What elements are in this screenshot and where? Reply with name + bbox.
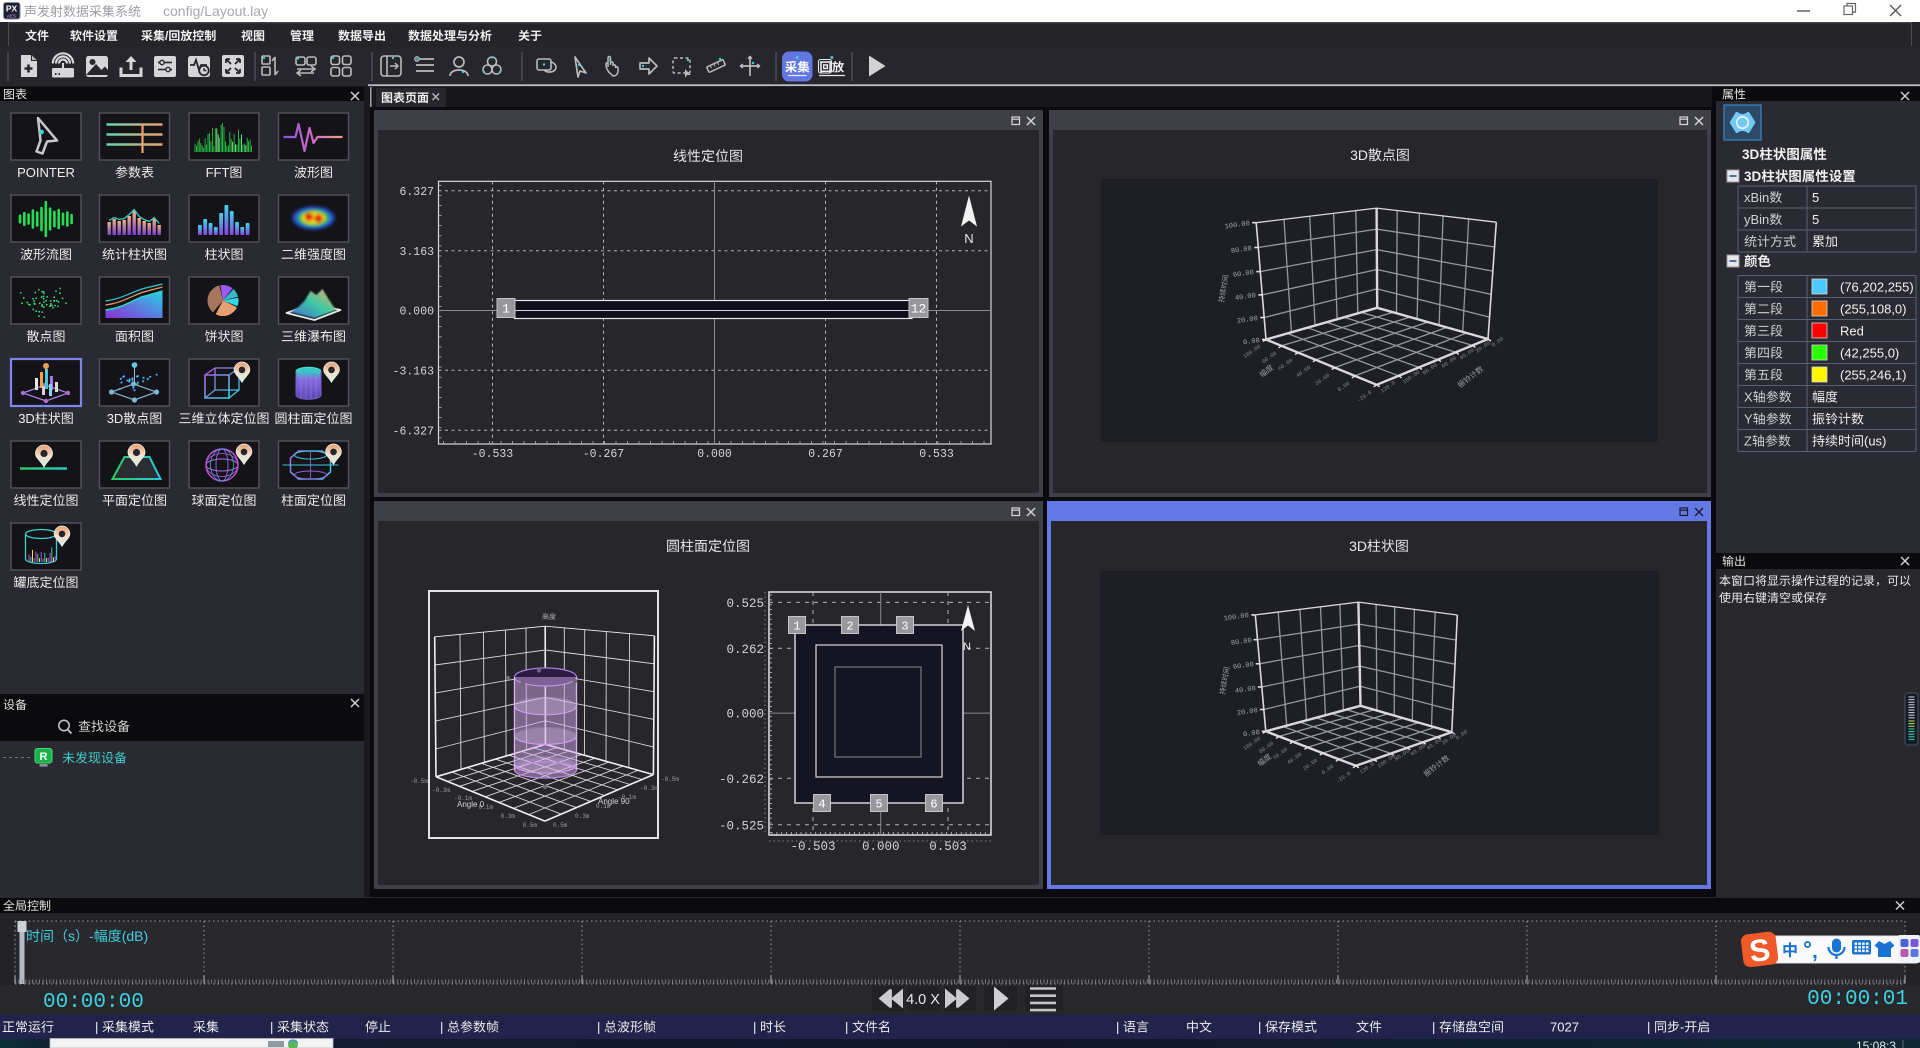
svg-text:0.525: 0.525 bbox=[726, 597, 764, 611]
svg-text:6: 6 bbox=[930, 798, 937, 812]
svg-text:-0.533: -0.533 bbox=[472, 448, 514, 461]
svg-text:0.000: 0.000 bbox=[862, 840, 900, 854]
svg-text:Y: Y bbox=[1744, 412, 1753, 427]
svg-text:3D: 3D bbox=[1742, 147, 1760, 162]
svg-text:5: 5 bbox=[1812, 190, 1819, 205]
svg-text:0.000: 0.000 bbox=[399, 306, 434, 319]
svg-text:-: - bbox=[89, 928, 94, 944]
svg-text:5: 5 bbox=[875, 798, 882, 812]
svg-text:0.1m: 0.1m bbox=[596, 803, 611, 810]
svg-text:0.5m: 0.5m bbox=[553, 822, 568, 829]
svg-text:|: | bbox=[95, 1020, 98, 1035]
svg-text:|: | bbox=[440, 1020, 443, 1035]
svg-text:(76,202,255): (76,202,255) bbox=[1840, 280, 1914, 295]
svg-text:config/Layout.lay: config/Layout.lay bbox=[163, 3, 268, 19]
svg-text:2: 2 bbox=[846, 620, 853, 634]
svg-text:R: R bbox=[40, 751, 48, 763]
svg-text:-0.267: -0.267 bbox=[583, 448, 624, 461]
svg-text:3D: 3D bbox=[18, 411, 35, 426]
svg-text:-0.1m: -0.1m bbox=[618, 794, 636, 801]
svg-text:0.3m: 0.3m bbox=[575, 813, 590, 820]
svg-text:yBin: yBin bbox=[1744, 212, 1769, 227]
svg-text:5: 5 bbox=[1812, 212, 1819, 227]
svg-text:0.262: 0.262 bbox=[726, 643, 764, 657]
svg-text:6.327: 6.327 bbox=[399, 186, 434, 199]
svg-text:3: 3 bbox=[901, 620, 908, 634]
svg-text:1: 1 bbox=[793, 620, 800, 634]
svg-text:S: S bbox=[1747, 932, 1772, 969]
svg-text:0.503: 0.503 bbox=[929, 840, 967, 854]
svg-text:3D: 3D bbox=[1350, 147, 1368, 163]
svg-text:3.163: 3.163 bbox=[399, 246, 434, 259]
svg-text:-0.525: -0.525 bbox=[719, 819, 764, 833]
svg-text:X: X bbox=[1744, 390, 1753, 405]
svg-text:|: | bbox=[753, 1020, 756, 1035]
svg-text:-0.3m: -0.3m bbox=[640, 785, 658, 792]
svg-text:-: - bbox=[1680, 1020, 1684, 1035]
svg-text:(255,108,0): (255,108,0) bbox=[1840, 302, 1907, 317]
svg-text:-0.3m: -0.3m bbox=[432, 787, 450, 794]
svg-text:FFT: FFT bbox=[206, 165, 230, 180]
svg-text:0.5m: 0.5m bbox=[523, 822, 538, 829]
svg-text:(dB): (dB) bbox=[122, 928, 148, 944]
svg-text:|: | bbox=[597, 1020, 600, 1035]
svg-text:|: | bbox=[1116, 1020, 1119, 1035]
svg-text:00:00:01: 00:00:01 bbox=[1807, 988, 1908, 1011]
svg-text:(42,255,0): (42,255,0) bbox=[1840, 346, 1899, 361]
svg-text:s: s bbox=[68, 928, 75, 944]
svg-text:15:08:3: 15:08:3 bbox=[1856, 1039, 1896, 1048]
svg-text:|: | bbox=[845, 1020, 848, 1035]
svg-text:N: N bbox=[963, 641, 971, 653]
svg-text:,: , bbox=[1812, 940, 1818, 963]
svg-text:(255,246,1): (255,246,1) bbox=[1840, 368, 1907, 383]
svg-text:0.267: 0.267 bbox=[808, 448, 843, 461]
svg-text:-0.1m: -0.1m bbox=[454, 795, 472, 802]
svg-text:3D: 3D bbox=[107, 411, 124, 426]
svg-text:0.3m: 0.3m bbox=[501, 813, 516, 820]
svg-text:AES: AES bbox=[7, 14, 16, 19]
svg-text:0.000: 0.000 bbox=[697, 448, 732, 461]
svg-text:(us): (us) bbox=[1864, 434, 1886, 449]
svg-text:-0.5m: -0.5m bbox=[410, 778, 428, 785]
svg-text:PX: PX bbox=[6, 4, 18, 14]
svg-text:|: | bbox=[1432, 1020, 1435, 1035]
svg-text:|: | bbox=[1647, 1020, 1650, 1035]
svg-text:0.000: 0.000 bbox=[726, 708, 764, 722]
svg-text:0.1m: 0.1m bbox=[479, 804, 494, 811]
svg-text:4.0 X: 4.0 X bbox=[906, 992, 940, 1008]
svg-text:-0.503: -0.503 bbox=[790, 840, 835, 854]
svg-text:-6.327: -6.327 bbox=[393, 425, 434, 438]
svg-text:xBin: xBin bbox=[1744, 190, 1769, 205]
svg-text:12: 12 bbox=[911, 302, 927, 317]
svg-text:POINTER: POINTER bbox=[17, 165, 75, 180]
svg-text:0.533: 0.533 bbox=[919, 448, 954, 461]
svg-text:Red: Red bbox=[1840, 324, 1864, 339]
svg-text:-0.5m: -0.5m bbox=[661, 776, 679, 783]
svg-text:1: 1 bbox=[502, 302, 510, 317]
svg-text:-0.262: -0.262 bbox=[719, 773, 764, 787]
svg-text:Z: Z bbox=[1744, 434, 1752, 449]
svg-text:00:00:00: 00:00:00 bbox=[43, 991, 144, 1014]
svg-text:N: N bbox=[964, 231, 973, 246]
svg-text:4: 4 bbox=[818, 798, 825, 812]
svg-text:3D: 3D bbox=[1744, 169, 1762, 184]
svg-text:7027: 7027 bbox=[1550, 1020, 1579, 1035]
svg-text:-3.163: -3.163 bbox=[393, 366, 435, 379]
svg-text:3D: 3D bbox=[1349, 538, 1367, 554]
svg-text:|: | bbox=[270, 1020, 273, 1035]
svg-text:|: | bbox=[1258, 1020, 1261, 1035]
